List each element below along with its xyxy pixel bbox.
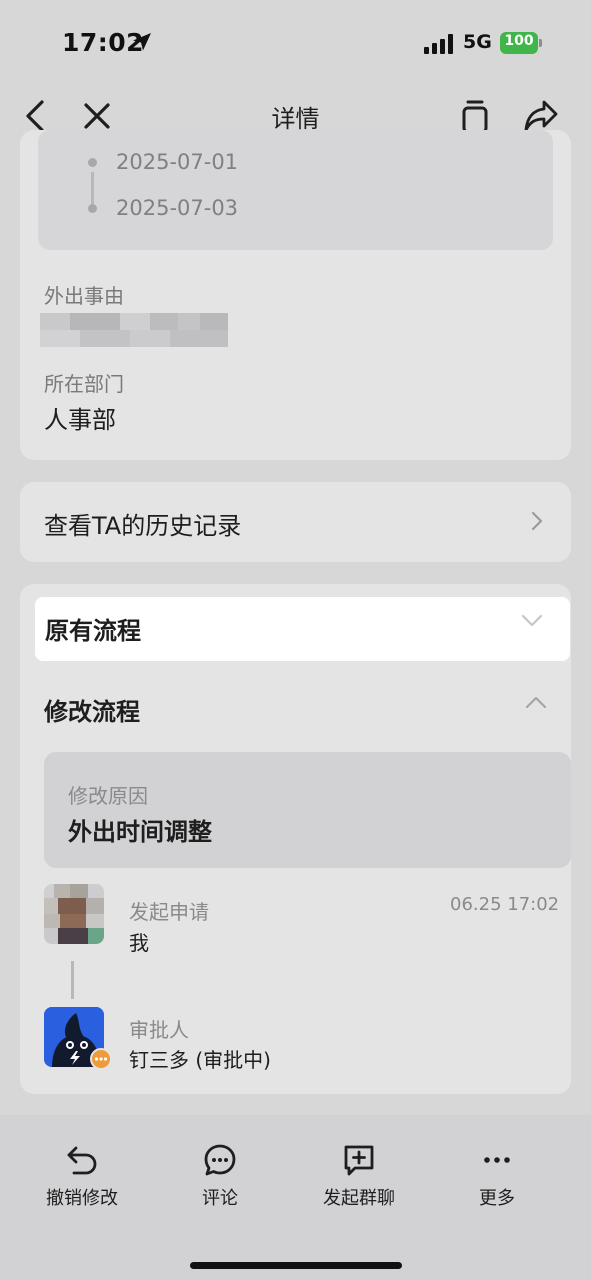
- department-label: 所在部门: [44, 372, 124, 396]
- step-apply-time: 06.25 17:02: [450, 894, 560, 915]
- modify-reason-box: 修改原因 外出时间调整: [44, 752, 571, 868]
- group-chat-label: 发起群聊: [323, 1188, 395, 1209]
- step-approver-title: 审批人: [129, 1018, 189, 1042]
- date-connector: [91, 172, 94, 204]
- signal-icon: [424, 34, 453, 54]
- chevron-up-icon[interactable]: [524, 694, 548, 710]
- start-dot: [88, 158, 97, 167]
- modify-reason-value: 外出时间调整: [68, 818, 212, 846]
- department-value: 人事部: [44, 406, 116, 434]
- step-apply-title: 发起申请: [129, 900, 209, 924]
- location-arrow-icon: [133, 33, 151, 51]
- original-flow-row[interactable]: 原有流程: [35, 597, 570, 661]
- comment-icon: [204, 1144, 236, 1176]
- history-label: 查看TA的历史记录: [44, 512, 242, 540]
- step-apply-value: 我: [129, 931, 149, 955]
- battery-icon: 100: [500, 32, 538, 54]
- group-chat-icon: [344, 1145, 374, 1176]
- history-record-link[interactable]: 查看TA的历史记录: [20, 482, 571, 562]
- applicant-avatar: [44, 884, 104, 944]
- comment-label: 评论: [202, 1188, 238, 1209]
- battery-level: 100: [504, 33, 534, 49]
- comment-button[interactable]: 评论: [150, 1142, 290, 1210]
- home-indicator[interactable]: [190, 1262, 402, 1269]
- original-flow-title: 原有流程: [45, 617, 141, 645]
- battery-cap: [539, 39, 542, 47]
- chevron-right-icon: [531, 511, 543, 531]
- page-title: 详情: [271, 105, 320, 133]
- undo-icon: [67, 1146, 97, 1175]
- leave-info-card: 2025-07-01 2025-07-03 外出事由 所在部门 人事部: [20, 130, 571, 460]
- more-icon: [484, 1157, 510, 1163]
- network-type: 5G: [463, 31, 492, 53]
- bottom-toolbar: 撤销修改 评论 发起群聊 更多: [0, 1115, 591, 1280]
- end-date: 2025-07-03: [116, 196, 239, 220]
- more-dots-icon: [94, 1057, 108, 1061]
- revoke-modify-button[interactable]: 撤销修改: [12, 1142, 152, 1210]
- group-chat-button[interactable]: 发起群聊: [289, 1142, 429, 1210]
- modified-flow-title[interactable]: 修改流程: [44, 692, 140, 727]
- timeline-connector: [71, 961, 74, 999]
- status-bar: 17:02 5G 100: [0, 0, 591, 88]
- end-dot: [88, 204, 97, 213]
- redacted-reason: [40, 313, 228, 347]
- chevron-down-icon: [521, 614, 543, 627]
- date-range-box: 2025-07-01 2025-07-03: [38, 130, 553, 250]
- more-button[interactable]: 更多: [427, 1142, 567, 1210]
- more-label: 更多: [479, 1188, 515, 1209]
- pending-badge: [90, 1048, 112, 1070]
- start-date: 2025-07-01: [116, 150, 239, 174]
- reason-label: 外出事由: [44, 284, 124, 308]
- modify-reason-label: 修改原因: [68, 784, 148, 808]
- revoke-modify-label: 撤销修改: [46, 1188, 118, 1209]
- step-approver-value: 钉三多 (审批中): [129, 1048, 271, 1072]
